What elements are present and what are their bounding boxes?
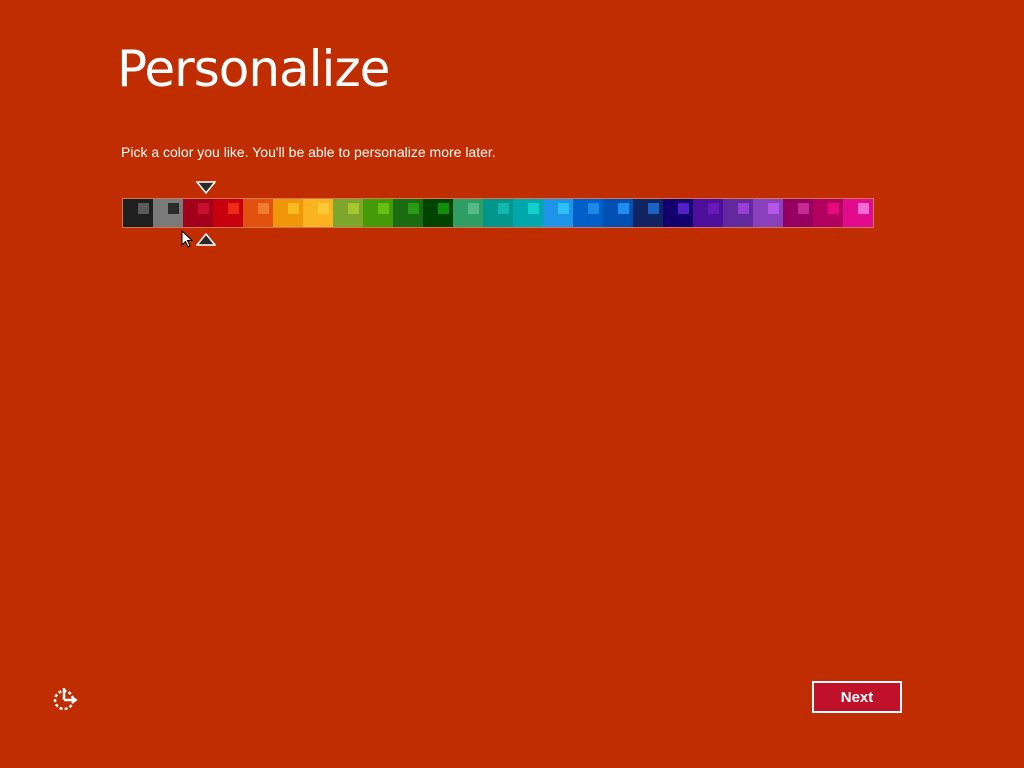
swatch-accent [858, 203, 869, 214]
swatch-accent [468, 203, 479, 214]
swatch-accent [648, 203, 659, 214]
swatch-accent [348, 203, 359, 214]
color-swatch[interactable] [573, 199, 603, 227]
color-swatch[interactable] [693, 199, 723, 227]
swatch-accent [198, 203, 209, 214]
page-title: Personalize [117, 40, 390, 98]
setup-screen: Personalize Pick a color you like. You'l… [0, 0, 1024, 768]
next-button[interactable]: Next [812, 681, 902, 713]
swatch-accent [528, 203, 539, 214]
selection-marker-top-icon [196, 181, 216, 195]
color-swatch[interactable] [153, 199, 183, 227]
color-swatch[interactable] [843, 199, 873, 227]
swatch-accent [738, 203, 749, 214]
swatch-accent [558, 203, 569, 214]
accessibility-icon[interactable] [52, 684, 80, 712]
swatch-accent [318, 203, 329, 214]
swatch-accent [798, 203, 809, 214]
color-palette [122, 198, 874, 228]
color-swatch[interactable] [273, 199, 303, 227]
color-swatch[interactable] [363, 199, 393, 227]
color-swatch[interactable] [543, 199, 573, 227]
swatch-accent [228, 203, 239, 214]
swatch-accent [678, 203, 689, 214]
color-swatch[interactable] [663, 199, 693, 227]
color-swatch[interactable] [603, 199, 633, 227]
color-swatch[interactable] [633, 199, 663, 227]
swatch-accent [588, 203, 599, 214]
color-swatch[interactable] [783, 199, 813, 227]
swatch-accent [168, 203, 179, 214]
swatch-accent [408, 203, 419, 214]
page-subtitle: Pick a color you like. You'll be able to… [121, 144, 496, 160]
swatch-accent [138, 203, 149, 214]
swatch-accent [288, 203, 299, 214]
color-swatch[interactable] [393, 199, 423, 227]
color-swatch[interactable] [183, 199, 213, 227]
swatch-accent [768, 203, 779, 214]
swatch-accent [708, 203, 719, 214]
swatch-accent [258, 203, 269, 214]
color-swatch[interactable] [123, 199, 153, 227]
color-swatch[interactable] [213, 199, 243, 227]
color-swatch[interactable] [513, 199, 543, 227]
mouse-pointer-icon [181, 230, 193, 248]
color-swatch[interactable] [453, 199, 483, 227]
color-swatch[interactable] [243, 199, 273, 227]
color-swatch[interactable] [303, 199, 333, 227]
color-swatch[interactable] [723, 199, 753, 227]
swatch-accent [378, 203, 389, 214]
color-swatch[interactable] [813, 199, 843, 227]
selection-marker-bottom-icon [196, 232, 216, 246]
color-swatch[interactable] [423, 199, 453, 227]
swatch-accent [498, 203, 509, 214]
color-swatch[interactable] [333, 199, 363, 227]
color-swatch[interactable] [753, 199, 783, 227]
swatch-accent [438, 203, 449, 214]
swatch-accent [828, 203, 839, 214]
swatch-accent [618, 203, 629, 214]
color-swatch[interactable] [483, 199, 513, 227]
